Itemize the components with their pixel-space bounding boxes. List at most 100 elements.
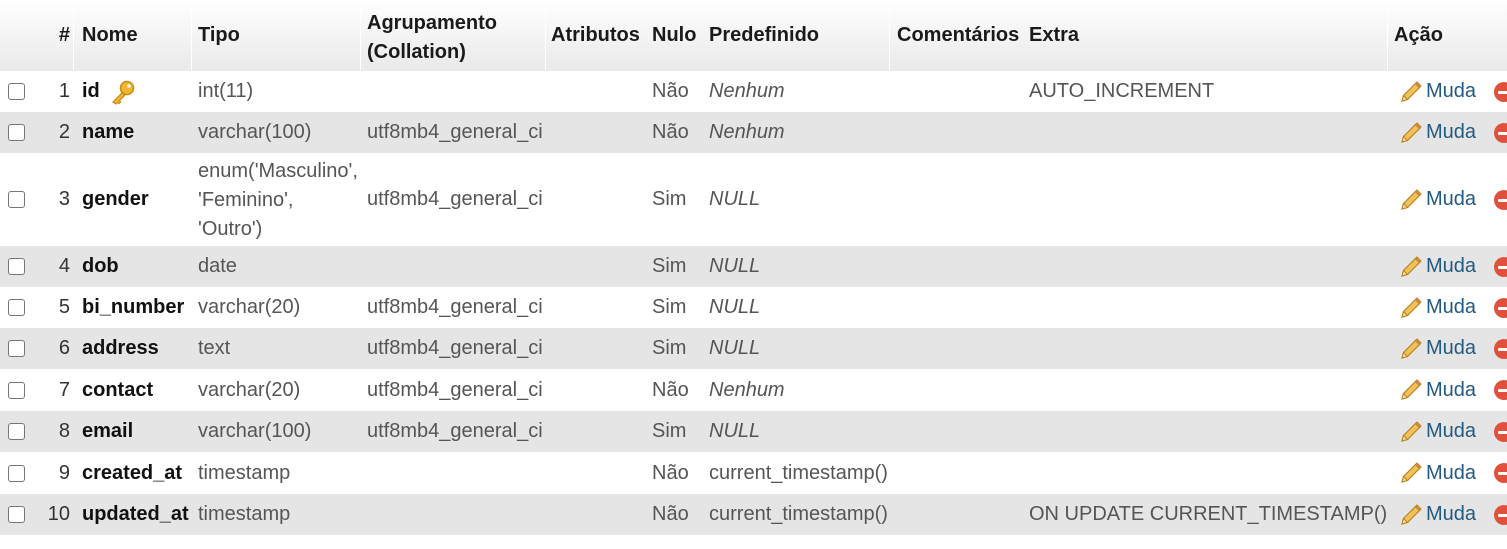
key-icon — [110, 79, 136, 105]
column-name-text: email — [82, 420, 134, 442]
column-type: varchar(20) — [198, 296, 301, 318]
delete-icon[interactable] — [1494, 81, 1507, 102]
column-name[interactable]: name — [82, 112, 192, 153]
change-label: Muda — [1426, 255, 1477, 277]
pencil-icon — [1399, 80, 1423, 104]
column-name[interactable]: email — [82, 411, 192, 452]
delete-icon[interactable] — [1494, 504, 1507, 525]
column-default: NULL — [709, 337, 761, 359]
delete-icon[interactable] — [1494, 380, 1507, 400]
column-name[interactable]: dob — [82, 246, 192, 287]
column-name[interactable]: created_at — [82, 452, 192, 494]
column-attributes — [551, 411, 646, 452]
column-name[interactable]: updated_at — [82, 494, 192, 535]
delete-icon[interactable] — [1494, 297, 1507, 318]
table-row: 9 created_at timestamp Não current_timestamp… — [0, 452, 1507, 494]
row-checkbox[interactable] — [8, 191, 25, 208]
row-number: 3 — [58, 188, 70, 210]
row-checkbox[interactable] — [8, 423, 25, 440]
row-checkbox[interactable] — [8, 381, 25, 399]
change-label: Muda — [1426, 503, 1477, 525]
column-collation: utf8mb4_general_ci — [367, 188, 543, 210]
change-button[interactable]: Muda — [1399, 71, 1476, 112]
column-name[interactable]: id — [82, 71, 192, 112]
column-collation: utf8mb4_general_ci — [367, 420, 543, 442]
row-checkbox[interactable] — [8, 83, 25, 100]
column-type: varchar(100) — [198, 121, 312, 143]
column-type: timestamp — [198, 461, 291, 484]
row-checkbox[interactable] — [8, 258, 25, 275]
column-name-text: created_at — [82, 461, 183, 484]
column-comments — [897, 452, 1022, 494]
column-null: Não — [652, 378, 689, 401]
change-button[interactable]: Muda — [1399, 246, 1476, 287]
change-label: Muda — [1426, 461, 1477, 484]
pencil-icon — [1399, 503, 1423, 527]
delete-icon[interactable] — [1494, 421, 1507, 442]
delete-icon[interactable] — [1494, 338, 1507, 359]
change-button[interactable]: Muda — [1399, 494, 1476, 535]
header-action: Ação — [1394, 24, 1443, 46]
change-button[interactable]: Muda — [1399, 153, 1476, 246]
column-name-text: id — [82, 80, 100, 102]
column-comments — [897, 153, 1022, 246]
header-divider — [889, 0, 890, 71]
column-name[interactable]: gender — [82, 153, 192, 246]
column-default: NULL — [709, 420, 761, 442]
column-collation: utf8mb4_general_ci — [367, 378, 543, 401]
column-default: NULL — [709, 296, 761, 318]
column-extra: AUTO_INCREMENT — [1029, 80, 1215, 102]
change-button[interactable]: Muda — [1399, 369, 1476, 411]
column-type: timestamp — [198, 503, 291, 525]
change-button[interactable]: Muda — [1399, 328, 1476, 369]
column-default: NULL — [709, 255, 761, 277]
header-extra: Extra — [1029, 24, 1080, 46]
column-attributes — [551, 287, 646, 328]
change-button[interactable]: Muda — [1399, 112, 1476, 153]
pencil-icon — [1399, 121, 1423, 145]
delete-icon[interactable] — [1494, 463, 1507, 483]
change-button[interactable]: Muda — [1399, 452, 1476, 494]
column-comments — [897, 71, 1022, 112]
header-divider — [191, 0, 192, 71]
row-checkbox[interactable] — [8, 124, 25, 141]
table-row: 8 email varchar(100) utf8mb4_general_ci Sim N… — [0, 411, 1507, 452]
column-comments — [897, 369, 1022, 411]
change-button[interactable]: Muda — [1399, 411, 1476, 452]
column-attributes — [551, 153, 646, 246]
column-default: NULL — [709, 188, 761, 210]
column-name[interactable]: address — [82, 328, 192, 369]
header-name[interactable]: Nome — [82, 0, 192, 71]
change-button[interactable]: Muda — [1399, 287, 1476, 328]
column-null: Não — [652, 503, 689, 525]
header-collation: Agrupamento (Collation) — [367, 12, 497, 63]
column-collation: utf8mb4_general_ci — [367, 121, 543, 143]
column-type: date — [198, 255, 237, 277]
column-name[interactable]: contact — [82, 369, 192, 411]
table-row: 10 updated_at timestamp Não current_timestam… — [0, 494, 1507, 535]
row-checkbox[interactable] — [8, 299, 25, 316]
column-collation — [367, 494, 545, 535]
header-divider — [360, 0, 361, 71]
row-checkbox[interactable] — [8, 506, 25, 523]
row-number: 9 — [58, 461, 70, 484]
pencil-icon — [1399, 378, 1423, 402]
column-null: Sim — [652, 188, 687, 210]
row-checkbox[interactable] — [8, 464, 25, 482]
header-comments: Comentários — [897, 24, 1020, 46]
column-null: Não — [652, 121, 689, 143]
column-collation — [367, 452, 545, 494]
column-default: Nenhum — [709, 121, 785, 143]
delete-icon[interactable] — [1494, 189, 1507, 210]
delete-icon[interactable] — [1494, 256, 1507, 277]
delete-icon[interactable] — [1494, 122, 1507, 143]
change-label: Muda — [1426, 296, 1477, 318]
row-number: 10 — [47, 503, 70, 525]
column-name[interactable]: bi_number — [82, 287, 192, 328]
column-type: varchar(100) — [198, 420, 312, 442]
column-default: Nenhum — [709, 378, 785, 401]
row-number: 1 — [58, 80, 70, 102]
header-type: Tipo — [198, 24, 240, 46]
row-checkbox[interactable] — [8, 340, 25, 357]
column-null: Não — [652, 461, 689, 484]
